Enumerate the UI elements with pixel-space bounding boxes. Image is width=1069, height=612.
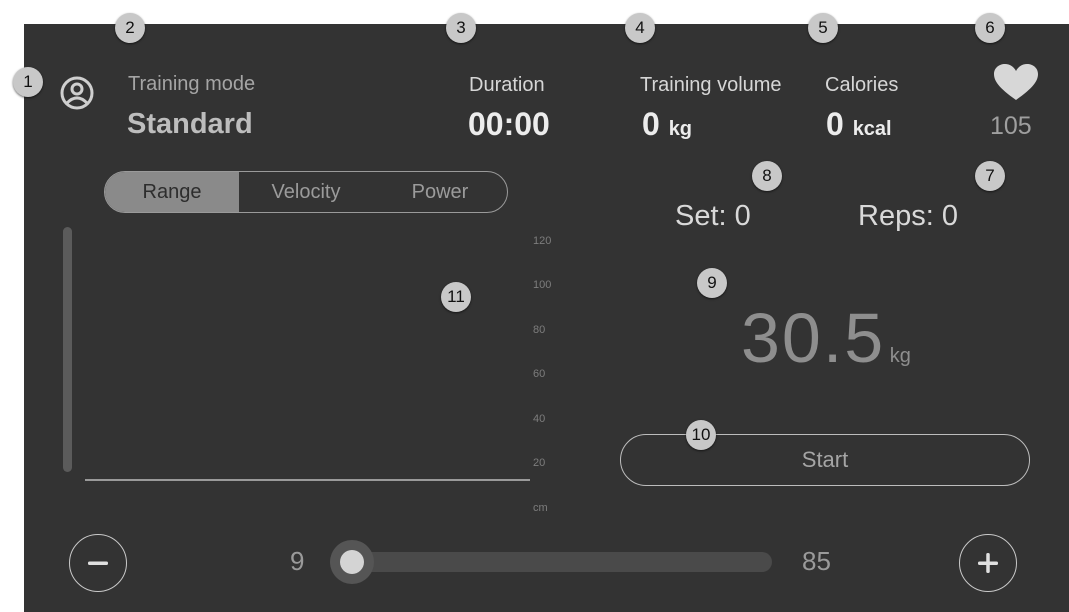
y-tick-label: 60 bbox=[533, 368, 546, 380]
metric-tabs: Range Velocity Power bbox=[104, 171, 508, 213]
decrease-button[interactable] bbox=[69, 534, 127, 592]
profile-button[interactable] bbox=[58, 74, 96, 112]
callout-11: 11 bbox=[441, 282, 471, 312]
callout-5: 5 bbox=[808, 13, 838, 43]
calories-display: 0 kcal bbox=[826, 106, 892, 143]
callout-4: 4 bbox=[625, 13, 655, 43]
slider-thumb-knob bbox=[340, 550, 364, 574]
y-axis-unit-label: cm bbox=[533, 502, 548, 514]
calories-label: Calories bbox=[825, 74, 899, 96]
weight-value: 30.5 bbox=[741, 299, 886, 377]
tab-velocity[interactable]: Velocity bbox=[239, 172, 373, 212]
start-button[interactable]: Start bbox=[620, 434, 1030, 486]
slider-min-label: 9 bbox=[290, 546, 305, 576]
user-profile-icon bbox=[60, 76, 94, 110]
callout-7: 7 bbox=[975, 161, 1005, 191]
y-tick-label: 40 bbox=[533, 413, 546, 425]
calories-unit: kcal bbox=[852, 118, 892, 140]
y-tick-label: 20 bbox=[533, 457, 546, 469]
heart-icon bbox=[994, 64, 1038, 100]
training-volume-value: 0 bbox=[642, 106, 660, 142]
minus-icon bbox=[88, 561, 108, 565]
training-mode-value[interactable]: Standard bbox=[127, 108, 253, 141]
duration-value: 00:00 bbox=[468, 106, 550, 142]
y-tick-label: 80 bbox=[533, 324, 546, 336]
calories-value: 0 bbox=[826, 106, 844, 142]
tab-range[interactable]: Range bbox=[105, 172, 239, 212]
y-tick-label: 120 bbox=[533, 235, 552, 247]
heart-rate-widget: 105 bbox=[990, 64, 1040, 144]
training-volume-display: 0 kg bbox=[642, 106, 692, 143]
callout-3: 3 bbox=[446, 13, 476, 43]
callout-9: 9 bbox=[697, 268, 727, 298]
set-counter: Set: 0 bbox=[675, 200, 751, 232]
range-level-bar bbox=[63, 227, 72, 472]
tab-power[interactable]: Power bbox=[373, 172, 507, 212]
training-volume-unit: kg bbox=[668, 118, 693, 140]
callout-1: 1 bbox=[13, 67, 43, 97]
training-volume-label: Training volume bbox=[640, 74, 782, 96]
callout-8: 8 bbox=[752, 161, 782, 191]
weight-unit: kg bbox=[889, 345, 911, 367]
callout-10: 10 bbox=[686, 420, 716, 450]
heart-rate-value: 105 bbox=[990, 112, 1032, 140]
range-slider-track[interactable] bbox=[330, 552, 772, 572]
duration-label: Duration bbox=[469, 74, 545, 96]
plus-icon bbox=[978, 553, 998, 573]
slider-max-label: 85 bbox=[802, 546, 831, 576]
weight-display: 30.5 kg bbox=[741, 298, 911, 378]
y-tick-label: 100 bbox=[533, 279, 552, 291]
increase-button[interactable] bbox=[959, 534, 1017, 592]
callout-2: 2 bbox=[115, 13, 145, 43]
chart-baseline bbox=[85, 479, 530, 481]
reps-counter: Reps: 0 bbox=[858, 200, 958, 232]
callout-6: 6 bbox=[975, 13, 1005, 43]
training-mode-label: Training mode bbox=[128, 73, 256, 95]
range-slider-thumb[interactable] bbox=[330, 540, 374, 584]
